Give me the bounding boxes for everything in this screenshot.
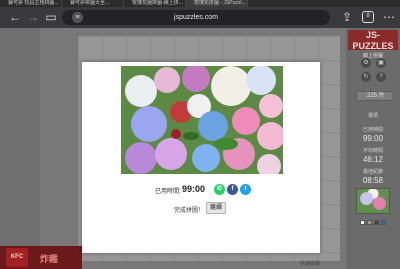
settings-icon[interactable]: ⚙ bbox=[361, 58, 371, 68]
share-icon[interactable]: ⇪ bbox=[340, 10, 354, 24]
best-label: 最佳紀錄 bbox=[362, 169, 383, 175]
restart-icon[interactable]: ↻ bbox=[361, 72, 371, 82]
twitter-share-icon[interactable]: t bbox=[240, 184, 251, 195]
browser-toolbar: ← → ▭ ≡ jspuzzles.com ⇪ 8 ⋯ bbox=[0, 7, 400, 28]
logo-text: JS-PUZZLES bbox=[352, 30, 394, 51]
left-gutter bbox=[0, 28, 40, 269]
time-label: 已用時間: bbox=[155, 189, 181, 195]
piece-count-select[interactable]: 225 片 bbox=[356, 91, 394, 101]
logo-subtitle: 線上拼圖 bbox=[362, 53, 383, 59]
browser-tab[interactable]: 寶可夢 玩具主題拼圖... bbox=[0, 0, 62, 7]
url-text: jspuzzles.com bbox=[174, 14, 218, 21]
menu-icon[interactable]: ⋯ bbox=[382, 10, 396, 24]
tabs-icon[interactable]: 8 bbox=[362, 11, 374, 23]
back-icon[interactable]: ← bbox=[8, 10, 22, 24]
browser-tab[interactable]: 寶可夢拼圖大全... bbox=[62, 0, 124, 7]
average-label: 平均時間 bbox=[362, 148, 383, 154]
completion-row: 完成拼圖！ 繼續 bbox=[82, 202, 320, 216]
ad-text: 炸雞 bbox=[40, 254, 59, 264]
background-color-swatch[interactable] bbox=[381, 220, 386, 225]
browser-tab[interactable]: 玫瑰花園拼圖-線上拼... bbox=[124, 0, 186, 7]
elapsed-label: 已用時間 bbox=[362, 127, 383, 133]
continue-button[interactable]: 繼續 bbox=[206, 202, 226, 214]
best-value: 08:58 bbox=[362, 176, 384, 185]
sidebar-icon[interactable]: ▭ bbox=[44, 10, 58, 24]
background-color-swatch[interactable] bbox=[374, 220, 379, 225]
ad-logo: KFC bbox=[6, 248, 28, 267]
time-value: 99:00 bbox=[182, 184, 206, 194]
side-panel: JS-PUZZLES 線上拼圖 ⚙ ▣ ↻ ? 225 片 選項 已用時間 99… bbox=[346, 28, 400, 269]
elapsed-time-row: 已用時間: 99:00 ✆ f t bbox=[82, 183, 320, 197]
page-content: KFC 炸雞 快速解鎖 JS-PUZZLES 線上拼圖 ⚙ ▣ ↻ ? 225 … bbox=[0, 28, 400, 269]
site-logo[interactable]: JS-PUZZLES 線上拼圖 bbox=[348, 30, 398, 59]
image-icon[interactable]: ▣ bbox=[376, 58, 386, 68]
completion-message: 完成拼圖！ bbox=[174, 208, 205, 214]
bottom-note: 快速解鎖 bbox=[300, 261, 321, 267]
whatsapp-share-icon[interactable]: ✆ bbox=[214, 184, 225, 195]
address-bar[interactable]: ≡ jspuzzles.com bbox=[62, 10, 330, 25]
flower-photo bbox=[121, 66, 283, 174]
tab-strip: 寶可夢 玩具主題拼圖... 寶可夢拼圖大全... 玫瑰花園拼圖-線上拼... 玫… bbox=[0, 0, 400, 7]
forward-icon[interactable]: → bbox=[26, 10, 40, 24]
options-label[interactable]: 選項 bbox=[346, 112, 400, 119]
background-color-swatch[interactable] bbox=[367, 220, 372, 225]
background-color-swatch[interactable] bbox=[360, 220, 365, 225]
ad-banner[interactable]: KFC 炸雞 bbox=[0, 246, 82, 269]
help-icon[interactable]: ? bbox=[376, 72, 386, 82]
browser-tab-active[interactable]: 玫瑰花拼圖 - JSPuzzl... bbox=[186, 0, 248, 7]
browser-window: 寶可夢 玩具主題拼圖... 寶可夢拼圖大全... 玫瑰花園拼圖-線上拼... 玫… bbox=[0, 0, 400, 269]
completion-dialog: 已用時間: 99:00 ✆ f t 完成拼圖！ 繼續 bbox=[82, 62, 320, 253]
completed-puzzle-image bbox=[121, 66, 283, 174]
average-value: 46:12 bbox=[362, 155, 384, 164]
preview-thumbnail[interactable] bbox=[356, 188, 390, 214]
elapsed-value: 99:00 bbox=[362, 134, 384, 143]
facebook-share-icon[interactable]: f bbox=[227, 184, 238, 195]
